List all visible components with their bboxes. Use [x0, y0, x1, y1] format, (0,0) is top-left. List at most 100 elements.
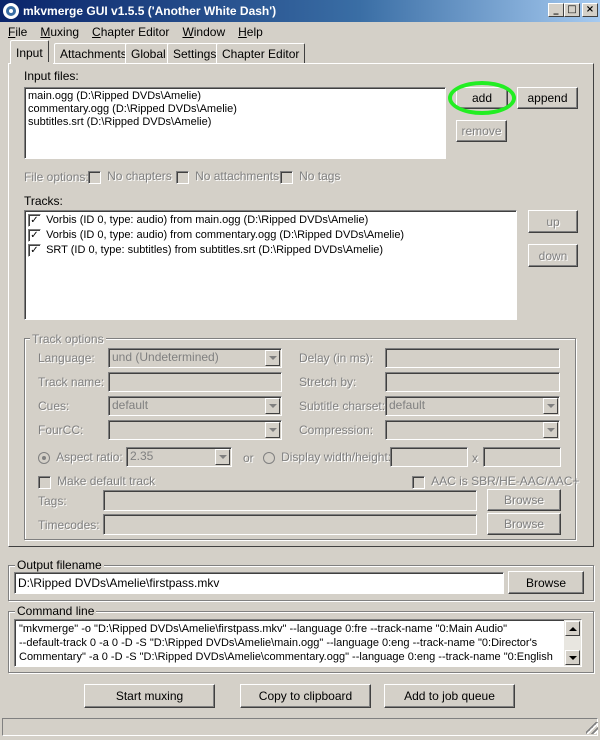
aac-checkbox[interactable]: AAC is SBR/HE-AAC/AAC+	[412, 474, 579, 489]
tags-browse-button[interactable]: Browse	[487, 489, 561, 511]
track-checkbox[interactable]: ✓	[28, 214, 41, 227]
close-icon: ×	[585, 4, 595, 15]
tab-attachments[interactable]: Attachments	[54, 43, 133, 63]
list-item[interactable]: subtitles.srt (D:\Ripped DVDs\Amelie)	[28, 116, 211, 129]
no-chapters-label: No chapters	[107, 169, 172, 183]
display-wh-label: Display width/height:	[281, 450, 392, 464]
no-tags-checkbox[interactable]: No tags	[280, 169, 340, 184]
status-bar	[2, 718, 598, 736]
menu-window[interactable]: Window	[174, 25, 230, 39]
cues-label: Cues:	[38, 399, 70, 413]
language-label: Language:	[38, 351, 95, 365]
start-muxing-button[interactable]: Start muxing	[84, 684, 215, 708]
tab-global[interactable]: Global	[125, 43, 172, 63]
command-line-title: Command line	[15, 604, 97, 618]
chevron-down-icon	[265, 398, 280, 414]
tracks-label: Tracks:	[24, 194, 63, 208]
table-row[interactable]: ✓ SRT (ID 0, type: subtitles) from subti…	[28, 244, 383, 257]
file-options-label: File options:	[24, 170, 89, 184]
aac-label: AAC is SBR/HE-AAC/AAC+	[431, 474, 580, 488]
menu-muxing[interactable]: Muxing	[32, 25, 84, 39]
aspect-ratio-radio[interactable]: Aspect ratio:	[38, 450, 123, 465]
list-item[interactable]: commentary.ogg (D:\Ripped DVDs\Amelie)	[28, 103, 237, 116]
fourcc-label: FourCC:	[38, 423, 84, 437]
input-files-label: Input files:	[24, 69, 79, 83]
tab-chapter-editor[interactable]: Chapter Editor	[216, 43, 306, 63]
add-to-job-queue-button[interactable]: Add to job queue	[384, 684, 515, 708]
display-wh-radio[interactable]: Display width/height:	[263, 450, 392, 465]
display-height-input[interactable]	[483, 447, 561, 467]
scroll-up-icon[interactable]	[565, 621, 580, 636]
tab-settings[interactable]: Settings	[167, 43, 223, 63]
no-attachments-checkbox[interactable]: No attachments	[176, 169, 279, 184]
output-browse-button[interactable]: Browse	[508, 571, 584, 594]
add-button[interactable]: add	[456, 87, 508, 109]
maximize-icon: □	[567, 4, 577, 15]
maximize-button[interactable]: □	[564, 3, 580, 17]
menu-help[interactable]: Help	[230, 25, 268, 39]
chevron-down-icon	[265, 350, 280, 366]
menu-bar: File Muxing Chapter Editor Window Help	[0, 22, 600, 42]
track-checkbox[interactable]: ✓	[28, 244, 41, 257]
delay-input[interactable]	[385, 348, 560, 368]
make-default-label: Make default track	[57, 474, 156, 488]
command-line-textarea[interactable]: "mkvmerge" -o "D:\Ripped DVDs\Amelie\fir…	[14, 619, 582, 667]
input-files-list[interactable]: main.ogg (D:\Ripped DVDs\Amelie) comment…	[24, 87, 446, 159]
track-label: SRT (ID 0, type: subtitles) from subtitl…	[46, 244, 384, 257]
menu-chapter-editor[interactable]: Chapter Editor	[84, 25, 174, 39]
copy-to-clipboard-button[interactable]: Copy to clipboard	[240, 684, 371, 708]
remove-button[interactable]: remove	[456, 120, 507, 142]
window-title: mkvmerge GUI v1.5.5 ('Another White Dash…	[23, 4, 277, 18]
display-width-input[interactable]	[390, 447, 468, 467]
stretch-input[interactable]	[385, 372, 560, 392]
cues-select[interactable]: default	[108, 396, 282, 416]
menu-file[interactable]: File	[0, 25, 32, 39]
tracks-list[interactable]: ✓ Vorbis (ID 0, type: audio) from main.o…	[24, 210, 517, 320]
minimize-icon: _	[553, 4, 559, 15]
no-tags-label: No tags	[299, 169, 341, 183]
fourcc-select[interactable]	[108, 420, 282, 440]
app-icon	[3, 3, 19, 19]
timecodes-input[interactable]	[103, 514, 477, 535]
resize-grip-icon[interactable]	[586, 722, 598, 734]
track-name-input[interactable]	[108, 372, 282, 392]
minimize-button[interactable]: _	[548, 3, 564, 17]
compression-label: Compression:	[299, 423, 374, 437]
table-row[interactable]: ✓ Vorbis (ID 0, type: audio) from commen…	[28, 229, 404, 242]
up-button[interactable]: up	[528, 210, 578, 233]
timecodes-browse-button[interactable]: Browse	[487, 513, 561, 535]
track-label: Vorbis (ID 0, type: audio) from commenta…	[46, 229, 405, 242]
subtitle-charset-value: default	[389, 398, 426, 412]
down-button[interactable]: down	[528, 244, 578, 267]
language-value: und (Undetermined)	[112, 350, 219, 364]
track-label: Vorbis (ID 0, type: audio) from main.ogg…	[46, 214, 369, 227]
stretch-label: Stretch by:	[299, 375, 357, 389]
tags-input[interactable]	[103, 490, 477, 511]
title-bar[interactable]: mkvmerge GUI v1.5.5 ('Another White Dash…	[0, 0, 600, 22]
no-chapters-checkbox[interactable]: No chapters	[88, 169, 172, 184]
command-line-text: --default-track 0 -a 0 -D -S "D:\Ripped …	[19, 637, 538, 649]
subtitle-charset-label: Subtitle charset:	[299, 399, 386, 413]
close-button[interactable]: ×	[582, 3, 598, 17]
scrollbar[interactable]	[564, 620, 581, 666]
compression-select[interactable]	[385, 420, 560, 440]
aspect-ratio-select[interactable]: 2.35	[126, 447, 232, 467]
track-checkbox[interactable]: ✓	[28, 229, 41, 242]
make-default-checkbox[interactable]: Make default track	[38, 474, 155, 489]
or-label: or	[243, 451, 254, 465]
chevron-down-icon	[265, 422, 280, 438]
list-item[interactable]: main.ogg (D:\Ripped DVDs\Amelie)	[28, 90, 201, 103]
language-select[interactable]: und (Undetermined)	[108, 348, 282, 368]
subtitle-charset-select[interactable]: default	[385, 396, 560, 416]
output-filename-value: D:\Ripped DVDs\Amelie\firstpass.mkv	[18, 576, 220, 590]
no-attachments-label: No attachments	[195, 169, 280, 183]
append-button[interactable]: append	[517, 87, 578, 109]
table-row[interactable]: ✓ Vorbis (ID 0, type: audio) from main.o…	[28, 214, 368, 227]
tab-input[interactable]: Input	[10, 40, 49, 64]
x-label: x	[472, 451, 478, 465]
output-filename-input[interactable]: D:\Ripped DVDs\Amelie\firstpass.mkv	[14, 572, 504, 594]
aspect-ratio-value: 2.35	[130, 449, 154, 463]
scroll-down-icon[interactable]	[565, 650, 580, 665]
aspect-ratio-label: Aspect ratio:	[56, 450, 123, 464]
track-options-title: Track options	[30, 332, 106, 346]
